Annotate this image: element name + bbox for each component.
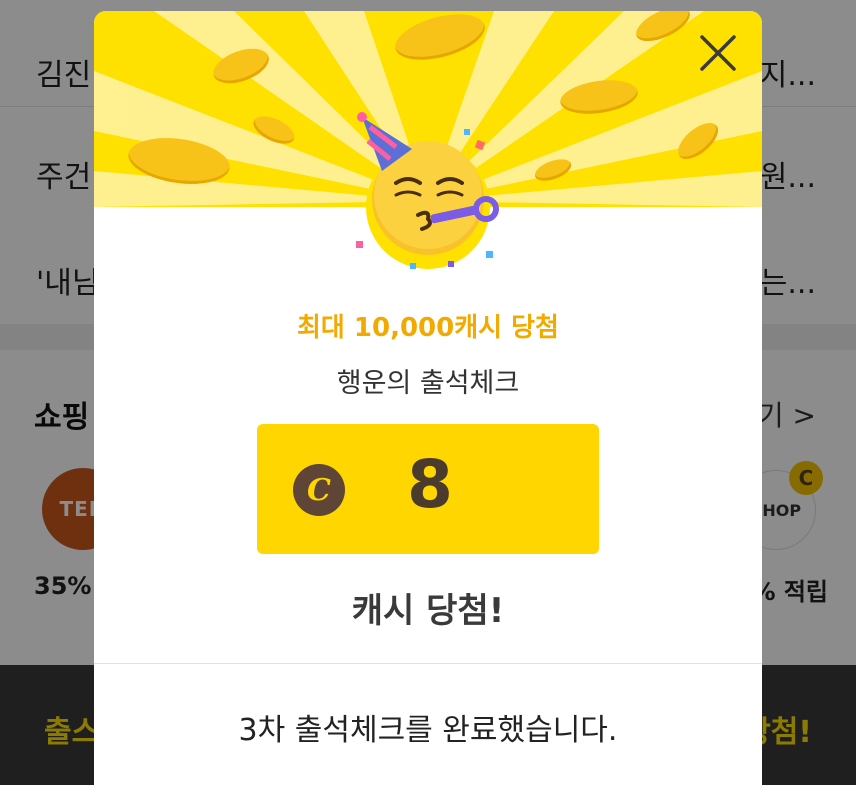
win-message: 캐시 당첨!: [351, 591, 505, 631]
cash-reward-box: C 8: [257, 424, 599, 554]
close-button[interactable]: [698, 33, 738, 73]
attendance-result-modal: 최대 10,000캐시 당첨 행운의 출석체크 C 8 캐시 당첨! 3차 출석…: [94, 11, 762, 801]
partying-face-icon: [356, 112, 499, 269]
modal-divider: [94, 663, 762, 664]
max-prize-subtitle: 최대 10,000캐시 당첨: [297, 313, 559, 343]
event-name: 행운의 출석체크: [336, 368, 520, 399]
cash-coin-icon: C: [293, 464, 345, 516]
close-icon: [700, 35, 736, 71]
completion-message: 3차 출석체크를 완료했습니다.: [238, 713, 618, 748]
cash-amount: 8: [407, 446, 453, 523]
